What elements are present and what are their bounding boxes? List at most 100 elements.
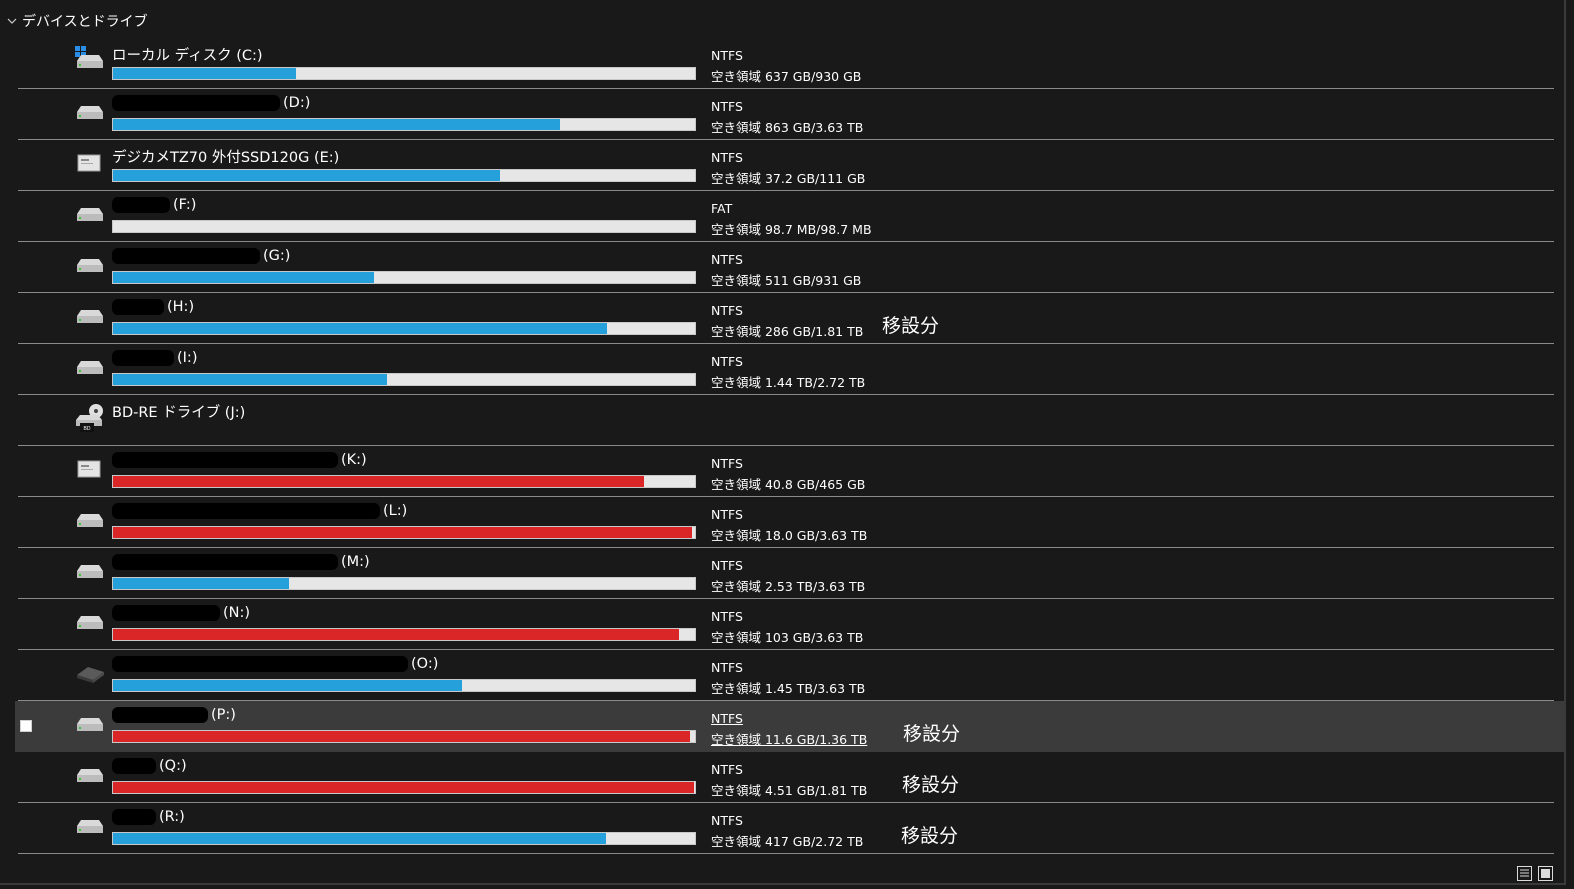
capacity-bar-fill xyxy=(113,374,388,385)
ssd-icon xyxy=(74,452,106,484)
note-label: 移設分 xyxy=(902,774,960,796)
drive-row-m[interactable]: (M:) NTFS 空き領域 2.53 TB/3.63 TB xyxy=(16,548,1554,599)
drive-name: (P:) xyxy=(112,707,236,723)
capacity-bar xyxy=(112,475,696,488)
capacity-bar-fill xyxy=(113,680,463,691)
drive-name-text: (P:) xyxy=(211,707,236,723)
capacity-bar xyxy=(112,628,696,641)
capacity-bar xyxy=(112,781,696,794)
drive-name: (O:) xyxy=(112,656,438,672)
file-system-label: NTFS xyxy=(711,711,743,726)
drive-row-q[interactable]: (Q:) NTFS 空き領域 4.51 GB/1.81 TB 移設分 xyxy=(16,752,1554,803)
redacted-label xyxy=(112,95,280,111)
group-header-devices-and-drives[interactable]: デバイスとドライブ xyxy=(6,10,148,32)
drive-row-p[interactable]: (P:) NTFS 空き領域 11.6 GB/1.36 TB 移設分 xyxy=(15,701,1564,752)
hdd-icon xyxy=(74,299,106,331)
capacity-bar-fill xyxy=(113,527,693,538)
capacity-bar xyxy=(112,832,696,845)
drive-name-text: (O:) xyxy=(411,656,439,672)
capacity-bar-fill xyxy=(113,578,290,589)
note-label: 移設分 xyxy=(903,723,961,745)
free-space-label: 空き領域 863 GB/3.63 TB xyxy=(711,120,864,135)
external-drive-icon xyxy=(74,656,106,688)
redacted-label xyxy=(112,605,220,621)
drive-name-text: (D:) xyxy=(283,95,311,111)
drive-name: (D:) xyxy=(112,95,310,111)
free-space-label: 空き領域 40.8 GB/465 GB xyxy=(711,477,866,492)
free-space-label: 空き領域 417 GB/2.72 TB xyxy=(711,834,864,849)
drive-name-text: デジカメTZ70 外付SSD120G (E:) xyxy=(112,150,340,166)
free-space-label: 空き領域 4.51 GB/1.81 TB xyxy=(711,783,868,798)
drive-row-d[interactable]: (D:) NTFS 空き領域 863 GB/3.63 TB xyxy=(16,89,1554,140)
drive-row-k[interactable]: (K:) NTFS 空き領域 40.8 GB/465 GB xyxy=(16,446,1554,497)
hdd-icon xyxy=(74,503,106,535)
capacity-bar xyxy=(112,577,696,590)
drive-name-text: (Q:) xyxy=(159,758,187,774)
capacity-bar xyxy=(112,526,696,539)
capacity-bar-fill xyxy=(113,170,501,181)
file-system-label: NTFS xyxy=(711,456,743,471)
hdd-icon xyxy=(74,197,106,229)
drive-row-o[interactable]: (O:) NTFS 空き領域 1.45 TB/3.63 TB xyxy=(16,650,1554,701)
drive-name: BD-RE ドライブ (J:) xyxy=(112,401,245,422)
selection-checkbox[interactable] xyxy=(20,720,32,732)
drive-row-n[interactable]: (N:) NTFS 空き領域 103 GB/3.63 TB xyxy=(16,599,1554,650)
drive-name-text: (L:) xyxy=(383,503,408,519)
capacity-bar xyxy=(112,67,696,80)
hdd-icon xyxy=(74,605,106,637)
drive-name: デジカメTZ70 外付SSD120G (E:) xyxy=(112,146,339,167)
capacity-bar xyxy=(112,679,696,692)
free-space-label: 空き領域 103 GB/3.63 TB xyxy=(711,630,864,645)
large-icons-view-icon[interactable] xyxy=(1538,866,1553,881)
capacity-bar-fill xyxy=(113,119,560,130)
hdd-icon xyxy=(74,809,106,841)
capacity-bar-fill xyxy=(113,731,691,742)
hdd-icon xyxy=(74,707,106,739)
file-system-label: NTFS xyxy=(711,813,743,828)
drive-row-l[interactable]: (L:) NTFS 空き領域 18.0 GB/3.63 TB xyxy=(16,497,1554,548)
hdd-icon xyxy=(74,95,106,127)
drive-row-j[interactable]: BD BD-RE ドライブ (J:) xyxy=(16,395,1554,446)
free-space-label: 空き領域 18.0 GB/3.63 TB xyxy=(711,528,868,543)
capacity-bar xyxy=(112,169,696,182)
file-system-label: NTFS xyxy=(711,303,743,318)
details-view-icon[interactable] xyxy=(1517,866,1532,881)
free-space-label: 空き領域 637 GB/930 GB xyxy=(711,69,862,84)
drive-row-g[interactable]: (G:) NTFS 空き領域 511 GB/931 GB xyxy=(16,242,1554,293)
file-system-label: NTFS xyxy=(711,99,743,114)
view-switcher xyxy=(1517,866,1553,881)
drive-row-i[interactable]: (I:) NTFS 空き領域 1.44 TB/2.72 TB xyxy=(16,344,1554,395)
free-space-label: 空き領域 11.6 GB/1.36 TB xyxy=(711,732,868,747)
row-separator xyxy=(18,853,1554,854)
file-system-label: NTFS xyxy=(711,660,743,675)
free-space-label: 空き領域 37.2 GB/111 GB xyxy=(711,171,866,186)
drive-row-r[interactable]: (R:) NTFS 空き領域 417 GB/2.72 TB 移設分 xyxy=(16,803,1554,854)
hdd-icon xyxy=(74,554,106,586)
capacity-bar xyxy=(112,730,696,743)
file-system-label: NTFS xyxy=(711,150,743,165)
drive-name: (K:) xyxy=(112,452,367,468)
drive-row-c[interactable]: ローカル ディスク (C:) NTFS 空き領域 637 GB/930 GB xyxy=(16,38,1554,89)
drive-name: (N:) xyxy=(112,605,250,621)
drive-name-text: BD-RE ドライブ (J:) xyxy=(112,405,246,421)
hdd-icon xyxy=(74,758,106,790)
capacity-bar-fill xyxy=(113,833,606,844)
redacted-label xyxy=(112,758,156,774)
drive-name-text: (M:) xyxy=(341,554,370,570)
drive-name: (R:) xyxy=(112,809,185,825)
capacity-bar xyxy=(112,373,696,386)
drive-name: (I:) xyxy=(112,350,197,366)
drive-name-text: ローカル ディスク (C:) xyxy=(112,48,263,64)
free-space-label: 空き領域 511 GB/931 GB xyxy=(711,273,862,288)
file-system-label: FAT xyxy=(711,201,733,216)
free-space-label: 空き領域 1.45 TB/3.63 TB xyxy=(711,681,866,696)
drive-name: (L:) xyxy=(112,503,407,519)
file-system-label: NTFS xyxy=(711,558,743,573)
capacity-bar-fill xyxy=(113,323,608,334)
drive-row-h[interactable]: (H:) NTFS 空き領域 286 GB/1.81 TB 移設分 xyxy=(16,293,1554,344)
free-space-label: 空き領域 2.53 TB/3.63 TB xyxy=(711,579,866,594)
chevron-down-icon[interactable] xyxy=(6,15,18,27)
drive-row-f[interactable]: (F:) FAT 空き領域 98.7 MB/98.7 MB xyxy=(16,191,1554,242)
svg-text:BD: BD xyxy=(84,426,91,432)
drive-row-e[interactable]: デジカメTZ70 外付SSD120G (E:) NTFS 空き領域 37.2 GB/… xyxy=(16,140,1554,191)
